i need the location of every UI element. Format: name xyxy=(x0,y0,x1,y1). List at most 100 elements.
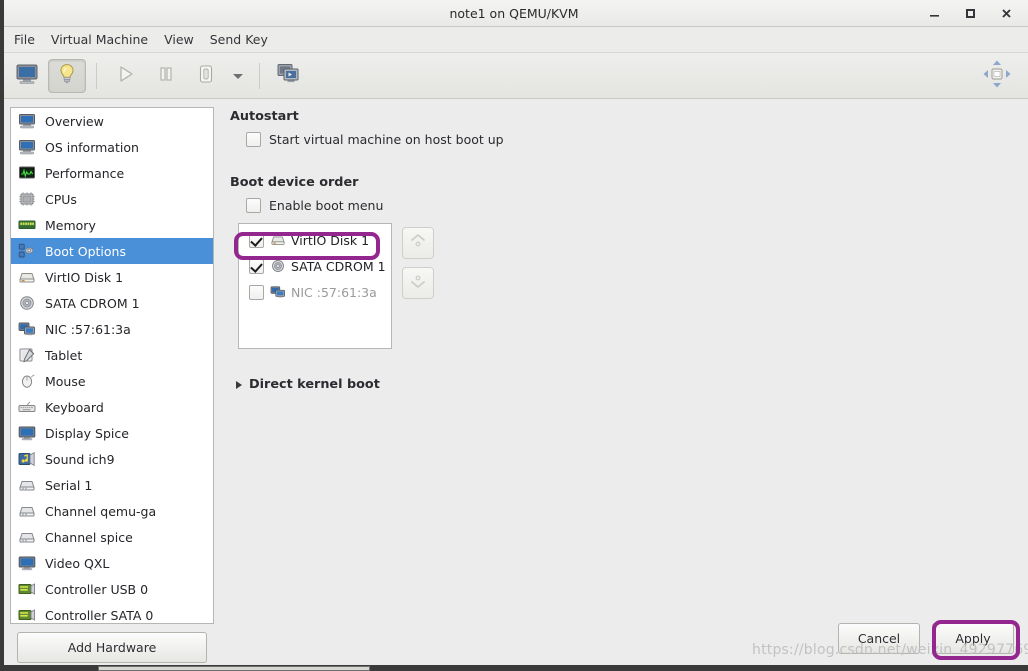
sidebar-item-label: Display Spice xyxy=(45,425,129,441)
boot-device-label: SATA CDROM 1 xyxy=(291,258,386,274)
sidebar-item-label: Controller USB 0 xyxy=(45,581,149,597)
sidebar-item-label: Keyboard xyxy=(45,399,104,415)
sidebar-item-label: Overview xyxy=(45,113,104,129)
sidebar-item-nic-57-61-3a[interactable]: NIC :57:61:3a xyxy=(11,316,213,342)
boot-device-list[interactable]: VirtIO Disk 1 SATA CDROM 1 NIC :57:61:3a xyxy=(238,223,392,349)
show-console-button[interactable] xyxy=(8,59,46,93)
dual-monitor-icon xyxy=(276,62,302,90)
boot-device-row[interactable]: VirtIO Disk 1 xyxy=(241,227,389,253)
sidebar-item-controller-usb-0[interactable]: Controller USB 0 xyxy=(11,576,213,602)
boot-device-row[interactable]: NIC :57:61:3a xyxy=(241,279,389,305)
manage-snapshots-button[interactable] xyxy=(270,59,308,93)
sidebar-item-channel-spice[interactable]: Channel spice xyxy=(11,524,213,550)
serial-icon xyxy=(17,476,37,494)
move-down-button[interactable] xyxy=(402,267,434,299)
virt-manager-window: note1 on QEMU/KVM File Virtual Machine V… xyxy=(0,0,1028,671)
pause-icon xyxy=(155,63,177,89)
boot-device-checkbox[interactable] xyxy=(249,232,264,248)
keyboard-icon xyxy=(17,398,37,416)
move-up-button[interactable] xyxy=(402,227,434,259)
sidebar-item-channel-qemu-ga[interactable]: Channel qemu-ga xyxy=(11,498,213,524)
sidebar-item-display-spice[interactable]: Display Spice xyxy=(11,420,213,446)
direct-kernel-boot-expander[interactable]: Direct kernel boot xyxy=(236,377,1018,392)
memory-icon xyxy=(17,216,37,234)
autostart-checkbox[interactable] xyxy=(246,132,261,147)
boot-order-arrows xyxy=(402,223,434,299)
autostart-checkbox-row[interactable]: Start virtual machine on host boot up xyxy=(246,132,1018,147)
sidebar-item-label: SATA CDROM 1 xyxy=(45,295,140,311)
enable-boot-menu-row[interactable]: Enable boot menu xyxy=(246,198,1018,213)
boot-device-label: VirtIO Disk 1 xyxy=(291,232,370,248)
pause-button[interactable] xyxy=(147,59,185,93)
body-area: Overview OS information Performance CPUs Mem… xyxy=(0,99,1028,670)
enable-boot-menu-checkbox[interactable] xyxy=(246,198,261,213)
show-details-button[interactable] xyxy=(48,58,86,93)
boot-device-row[interactable]: SATA CDROM 1 xyxy=(241,253,389,279)
sidebar-item-mouse[interactable]: Mouse xyxy=(11,368,213,394)
disk-icon xyxy=(17,268,37,286)
menu-send-key[interactable]: Send Key xyxy=(202,29,276,50)
sidebar-item-label: Tablet xyxy=(45,347,83,363)
title-bar: note1 on QEMU/KVM xyxy=(0,0,1028,27)
maximize-icon[interactable] xyxy=(952,1,988,27)
mouse-icon xyxy=(17,372,37,390)
autostart-title: Autostart xyxy=(230,109,299,124)
sidebar-item-overview[interactable]: Overview xyxy=(11,108,213,134)
sidebar-item-serial-1[interactable]: Serial 1 xyxy=(11,472,213,498)
boot-device-checkbox[interactable] xyxy=(249,284,264,300)
minimize-icon[interactable] xyxy=(916,1,952,27)
sidebar-item-cpus[interactable]: CPUs xyxy=(11,186,213,212)
sidebar-item-label: OS information xyxy=(45,139,139,155)
cpu-icon xyxy=(17,190,37,208)
sidebar-item-label: NIC :57:61:3a xyxy=(45,321,131,337)
fullscreen-arrows-icon xyxy=(982,59,1012,93)
sidebar-item-label: Serial 1 xyxy=(45,477,93,493)
desktop-bottom-edge xyxy=(0,665,1028,671)
display-icon xyxy=(17,554,37,572)
boot-device-area: VirtIO Disk 1 SATA CDROM 1 NIC :57:61:3a xyxy=(238,223,1018,349)
shutdown-menu-button[interactable] xyxy=(227,59,249,93)
sidebar-item-label: Video QXL xyxy=(45,555,110,571)
sidebar-item-tablet[interactable]: Tablet xyxy=(11,342,213,368)
display-icon xyxy=(17,424,37,442)
sidebar-item-label: Mouse xyxy=(45,373,86,389)
sidebar-item-sound-ich9[interactable]: Sound ich9 xyxy=(11,446,213,472)
menu-file[interactable]: File xyxy=(6,29,43,50)
sidebar-item-boot-options[interactable]: Boot Options xyxy=(11,238,213,264)
play-icon xyxy=(115,63,137,89)
fullscreen-button[interactable] xyxy=(980,59,1014,93)
close-icon[interactable] xyxy=(988,1,1024,27)
sidebar-item-label: VirtIO Disk 1 xyxy=(45,269,124,285)
controller-icon xyxy=(17,580,37,598)
sidebar-item-os-information[interactable]: OS information xyxy=(11,134,213,160)
run-button[interactable] xyxy=(107,59,145,93)
sidebar-item-keyboard[interactable]: Keyboard xyxy=(11,394,213,420)
sidebar-item-memory[interactable]: Memory xyxy=(11,212,213,238)
sidebar-item-performance[interactable]: Performance xyxy=(11,160,213,186)
boot-device-checkbox[interactable] xyxy=(249,258,264,274)
autostart-checkbox-label: Start virtual machine on host boot up xyxy=(269,132,504,147)
cancel-button[interactable]: Cancel xyxy=(838,622,920,654)
boot-gear-icon xyxy=(17,242,37,260)
sidebar-item-sata-cdrom-1[interactable]: SATA CDROM 1 xyxy=(11,290,213,316)
hardware-list[interactable]: Overview OS information Performance CPUs Mem… xyxy=(10,107,214,625)
sidebar-item-label: Channel qemu-ga xyxy=(45,503,157,519)
dialog-footer: Cancel Apply xyxy=(0,615,1028,661)
power-icon xyxy=(195,63,217,89)
cdrom-icon xyxy=(17,294,37,312)
sidebar-item-video-qxl[interactable]: Video QXL xyxy=(11,550,213,576)
network-icon xyxy=(17,320,37,338)
computer-icon xyxy=(17,138,37,156)
menu-view[interactable]: View xyxy=(156,29,202,50)
menu-bar: File Virtual Machine View Send Key xyxy=(0,27,1028,53)
chevron-down-icon xyxy=(408,271,428,295)
sidebar-item-virtio-disk-1[interactable]: VirtIO Disk 1 xyxy=(11,264,213,290)
hardware-sidebar: Overview OS information Performance CPUs Mem… xyxy=(10,107,214,670)
apply-button[interactable]: Apply xyxy=(932,622,1014,654)
shutdown-button[interactable] xyxy=(187,59,225,93)
chevron-up-icon xyxy=(408,231,428,255)
network-icon xyxy=(269,284,286,300)
menu-virtual-machine[interactable]: Virtual Machine xyxy=(43,29,156,50)
boot-device-label: NIC :57:61:3a xyxy=(291,284,377,300)
